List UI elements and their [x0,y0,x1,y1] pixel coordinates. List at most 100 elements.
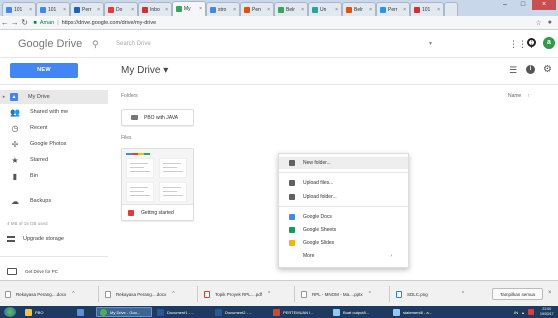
close-tab-icon[interactable]: × [403,7,406,13]
docx-file-icon [105,290,111,298]
tray-arrow-icon[interactable]: ▴ [522,310,524,315]
sidebar-item-backups[interactable]: ☁ Backups [0,194,108,208]
notifications-icon[interactable] [527,38,536,47]
new-button[interactable]: NEW [10,63,78,78]
close-tab-icon[interactable]: × [97,7,100,13]
tab-label: Un [320,6,327,13]
browser-tab[interactable]: 101 × [2,2,36,16]
forward-arrow-icon[interactable]: → [10,18,20,27]
download-item[interactable]: Rekayasa Perang....docx ^ [105,287,175,301]
download-options-caret-icon[interactable]: ^ [268,291,270,297]
info-icon[interactable]: i [526,65,535,74]
expand-arrow-icon[interactable]: ▸ [0,94,8,100]
taskbar-item[interactable]: statement8 - a... [390,307,448,317]
search-options-caret-icon[interactable]: ▼ [428,41,433,47]
menu-item-new-folder[interactable]: New folder... [279,157,408,169]
menu-item-google-sheets[interactable]: Google Sheets [279,224,408,236]
browser-tab[interactable]: Perr × [376,2,410,16]
minimize-icon[interactable]: – [496,0,514,10]
taskbar-item[interactable] [74,307,94,317]
show-all-downloads-button[interactable]: Tampilkan semua [492,288,543,300]
page-title[interactable]: My Drive ▾ [121,65,168,76]
download-options-caret-icon[interactable]: ^ [462,291,464,297]
sidebar-item-shared-with-me[interactable]: 👥 Shared with me [0,105,108,119]
sidebar-item-bin[interactable]: ▮ Bin [0,169,108,183]
search-input[interactable]: Search Drive [110,37,450,52]
avatar[interactable]: a [543,37,555,49]
download-item[interactable]: RPL - MNOM - Ma....pptx ^ [301,287,371,301]
maximize-icon[interactable]: □ [514,0,532,10]
menu-item-google-docs[interactable]: Google Docs [279,211,408,223]
taskbar-item[interactable]: PBO [22,307,72,317]
file-card[interactable]: Getting started [121,148,194,221]
menu-item-google-slides[interactable]: Google Slides [279,237,408,249]
browser-tab[interactable]: Belr × [342,2,376,16]
close-tab-icon[interactable]: × [199,6,202,12]
close-tab-icon[interactable]: × [301,7,304,13]
browser-tab[interactable]: Inbo × [138,2,172,16]
sort-ascending-arrow-icon[interactable]: ↑ [527,93,530,99]
close-tab-icon[interactable]: × [63,7,66,13]
menu-item-more[interactable]: More › [279,250,408,262]
close-tab-icon[interactable]: × [369,7,372,13]
folder-card[interactable]: PBO with JAVA [121,109,194,126]
close-tab-icon[interactable]: × [131,7,134,13]
browser-tab[interactable]: Pen × [240,2,274,16]
sidebar-item-google-photos[interactable]: ✢ Google Photos [0,137,108,151]
close-tab-icon[interactable]: × [29,7,32,13]
get-drive-for-pc-link[interactable]: Get Drive for PC [7,268,58,275]
action-center-flag-icon[interactable] [528,309,535,315]
search-icon[interactable]: ⚲ [92,39,99,50]
taskbar-item[interactable]: PERTEMUAN I... [270,307,328,317]
google-drive-logo[interactable]: Google Drive [18,38,82,50]
language-indicator[interactable]: IN [514,310,518,315]
browser-tab[interactable]: 101 × [36,2,70,16]
menu-item-label: Google Docs [303,214,332,220]
settings-gear-icon[interactable]: ⚙ [543,64,552,75]
download-options-caret-icon[interactable]: ^ [172,291,174,297]
taskbar-item[interactable]: Buat output8... [330,307,388,317]
reload-icon[interactable]: ↻ [20,18,30,27]
extension-icon[interactable]: ● [548,19,552,27]
download-filename: Rekayasa Perang....docx [16,291,67,297]
system-clock[interactable]: 22:00 19/03/17 [540,307,554,316]
upgrade-storage-link[interactable]: Upgrade storage [7,236,64,242]
sidebar-item-recent[interactable]: ◷ Recent [0,121,108,135]
browser-tab[interactable]: Perr × [70,2,104,16]
download-options-caret-icon[interactable]: ^ [369,291,371,297]
list-view-icon[interactable]: ☰ [509,65,517,76]
sidebar-item-my-drive[interactable]: ▸ ▲ My Drive [0,90,108,104]
browser-tab[interactable]: Belr × [274,2,308,16]
browser-tab-active[interactable]: My × [172,1,206,16]
word-icon [215,308,222,316]
close-tab-icon[interactable]: × [165,7,168,13]
close-download-bar-icon[interactable]: × [548,290,552,296]
close-tab-icon[interactable]: × [335,7,338,13]
sidebar-item-starred[interactable]: ★ Starred [0,153,108,167]
download-item[interactable]: Topik Proyek RPL....pdf ^ [204,287,270,301]
browser-tab[interactable]: Un × [308,2,342,16]
download-item[interactable]: Rekayasa Perang....docx ^ [5,287,75,301]
close-tab-icon[interactable]: × [267,7,270,13]
download-filename: SDLC.png [407,291,428,297]
close-tab-icon[interactable]: × [437,7,440,13]
browser-tab[interactable]: stro × [206,2,240,16]
tab-favicon [142,6,148,13]
taskbar-item[interactable]: Document2 - ... [212,307,268,317]
browser-tab[interactable]: 101 × [410,2,444,16]
windows-start-icon[interactable] [4,307,16,317]
bookmark-star-icon[interactable]: ☆ [535,19,541,27]
close-tab-icon[interactable]: × [233,7,236,13]
close-window-icon[interactable]: × [532,0,556,10]
menu-item-upload-files[interactable]: Upload files... [279,177,408,189]
menu-item-upload-folder[interactable]: Upload folder... [279,191,408,203]
browser-tab[interactable]: Do × [104,2,138,16]
taskbar-item-active[interactable]: My Drive - Goo... [96,307,152,317]
back-arrow-icon[interactable]: ← [0,18,10,27]
download-options-caret-icon[interactable]: ^ [72,291,74,297]
download-item[interactable]: SDLC.png ^ [396,287,464,301]
sort-by-name[interactable]: Name ↑ [508,93,530,99]
url-field[interactable]: ■ Aman | https://drive.google.com/drive/… [34,18,536,28]
new-tab-button[interactable] [444,2,458,16]
taskbar-item[interactable]: Document1 - ... [154,307,210,317]
